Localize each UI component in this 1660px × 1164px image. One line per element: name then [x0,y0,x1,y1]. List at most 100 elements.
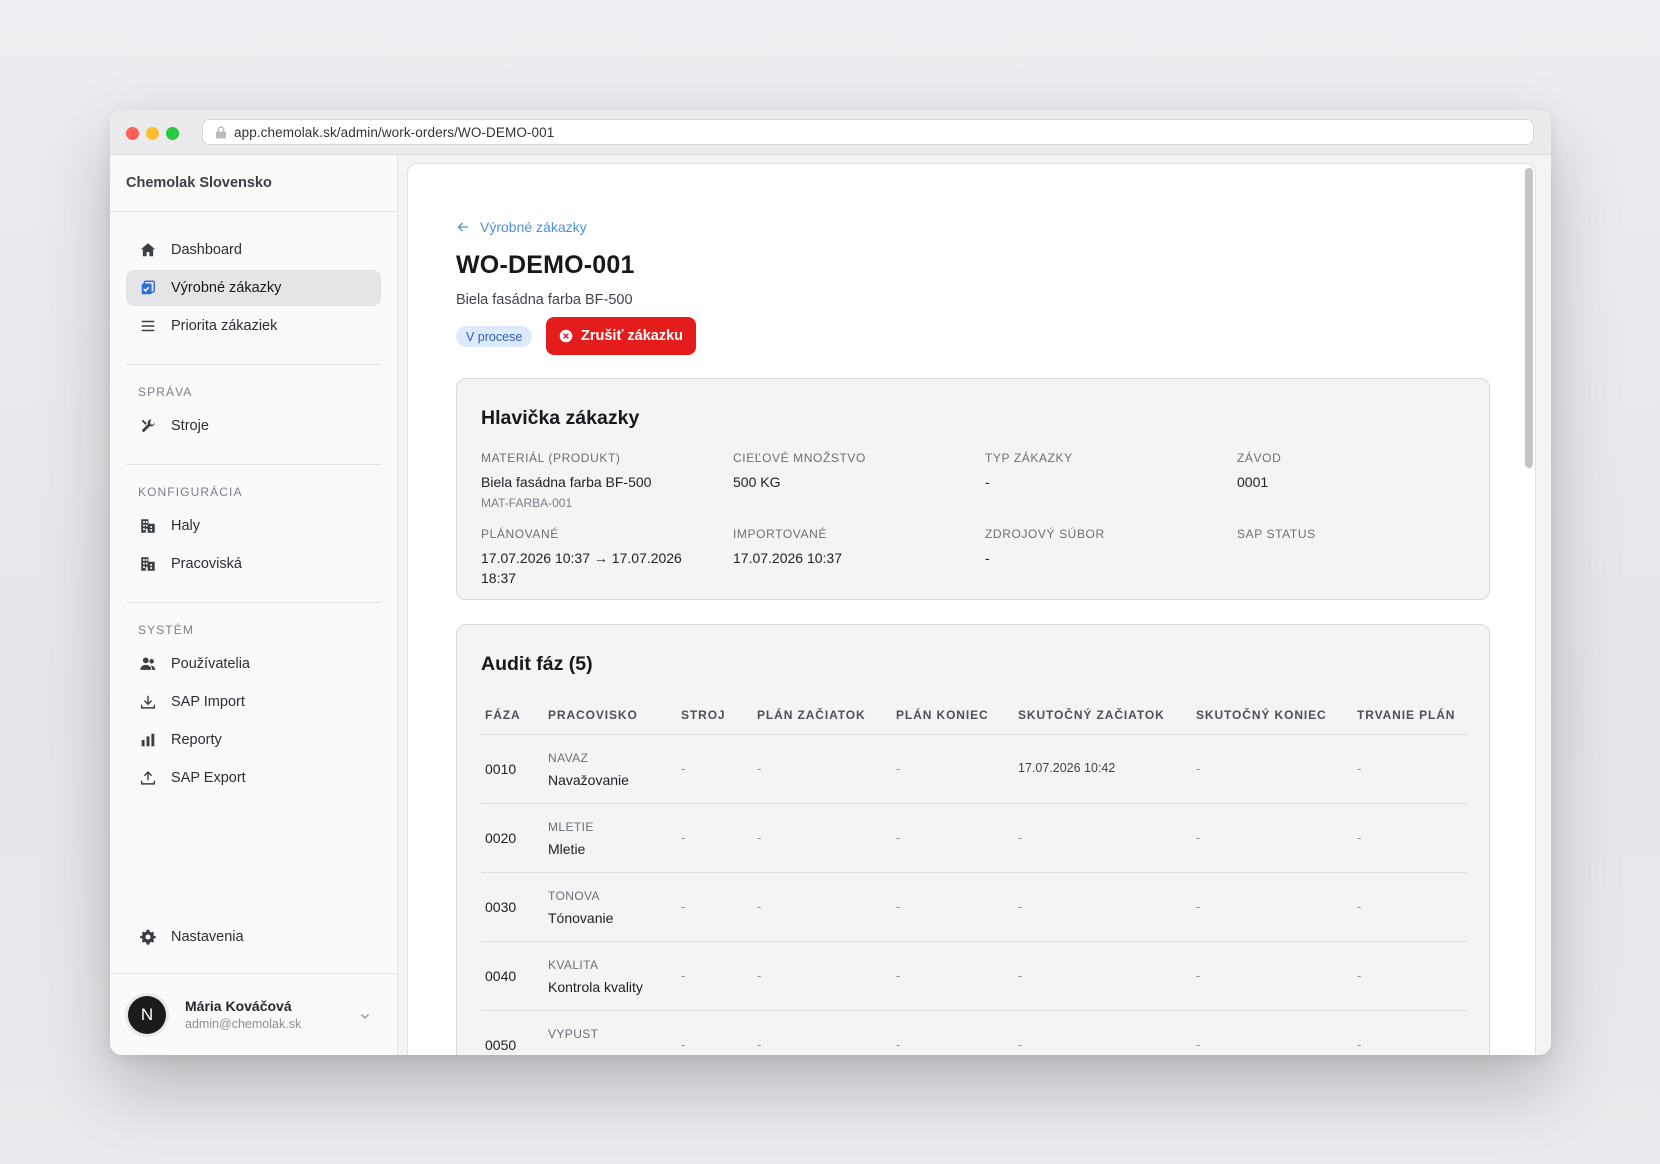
sidebar-item-work-orders[interactable]: Výrobné zákazky [126,270,381,306]
workplace-code: TONOVA [548,889,600,903]
sidebar-item-priority[interactable]: Priorita zákaziek [126,308,381,344]
table-row[interactable]: 0010 - - - 17.07.2026 10:42 - - NAVAZ Navažovani… [481,735,1467,804]
field-label: CIEĽOVÉ MNOŽSTVO [733,451,866,465]
field-label: ZDROJOVÝ SÚBOR [985,527,1105,541]
sidebar-item-sap-export[interactable]: SAP Export [126,760,381,796]
cancel-order-button[interactable]: Zrušiť zákazku [546,317,697,355]
field-planned: PLÁNOVANÉ 17.07.2026 10:37 → 17.07.2026 … [481,527,696,588]
divider [126,364,381,365]
maximize-window-button[interactable] [166,127,179,140]
column-header[interactable]: STROJ [681,708,726,722]
cell-actual-start: - [1018,899,1023,914]
field-subvalue: MAT-FARBA-001 [481,496,573,510]
field-sap-status: SAP STATUS [1237,527,1467,548]
user-info: Mária Kováčová admin@chemolak.sk [185,998,301,1031]
cell-phase: 0020 [485,830,517,846]
workplace-name: Mletie [548,841,586,857]
back-link[interactable]: Výrobné zákazky [456,219,587,235]
field-value: 500 KG [733,474,781,490]
cell-plan-start: - [757,899,762,914]
sidebar-item-label: Nastavenia [171,929,244,945]
field-source-file: ZDROJOVÝ SÚBOR - [985,527,1215,568]
section-label-sprava: SPRÁVA [138,385,193,399]
browser-titlebar: app.chemolak.sk/admin/work-orders/WO-DEM… [110,110,1551,155]
sidebar-item-label: Haly [171,518,201,534]
field-order-type: TYP ZÁKAZKY - [985,451,1215,492]
tools-icon [138,416,158,436]
sidebar-item-settings[interactable]: Nastavenia [126,919,381,955]
checklist-icon [138,278,158,298]
section-label-system: SYSTÉM [138,623,194,637]
main-area: Výrobné zákazky WO-DEMO-001 Biela fasádn… [398,155,1551,1055]
page-title: WO-DEMO-001 [456,251,635,279]
column-header[interactable]: TRVANIE PLÁN [1357,708,1455,722]
sidebar-item-workplaces[interactable]: Pracoviská [126,546,381,582]
cell-actual-start: 17.07.2026 10:42 [1018,761,1116,775]
table-row[interactable]: 0020 - - - - - - MLETIE Mletie [481,804,1467,873]
column-header[interactable]: PLÁN ZAČIATOK [757,708,866,722]
field-material: MATERIÁL (PRODUKT) Biela fasádna farba B… [481,451,711,510]
divider [126,602,381,603]
sidebar-item-users[interactable]: Používatelia [126,646,381,682]
column-header[interactable]: FÁZA [485,708,521,722]
cell-machine: - [681,761,686,776]
sidebar-nav: Dashboard Výrobné zákazky Priorita zákaz… [110,212,397,796]
cell-duration: - [1357,761,1362,776]
cell-phase: 0050 [485,1037,517,1053]
address-bar[interactable]: app.chemolak.sk/admin/work-orders/WO-DEM… [202,119,1534,145]
field-value: Biela fasádna farba BF-500 [481,474,652,490]
field-value: 17.07.2026 10:37 → 17.07.2026 18:37 [481,550,682,586]
user-email: admin@chemolak.sk [185,1017,302,1031]
sidebar-item-sap-import[interactable]: SAP Import [126,684,381,720]
cell-phase: 0030 [485,899,517,915]
sidebar-item-label: Dashboard [171,242,242,258]
table-row[interactable]: 0030 - - - - - - TONOVA Tónovanie [481,873,1467,942]
sidebar-item-halls[interactable]: Haly [126,508,381,544]
cell-actual-end: - [1196,830,1201,845]
cell-duration: - [1357,899,1362,914]
sidebar-item-reports[interactable]: Reporty [126,722,381,758]
home-icon [138,240,158,260]
column-header[interactable]: SKUTOČNÝ ZAČIATOK [1018,708,1165,722]
cell-plan-start: - [757,968,762,983]
field-imported: IMPORTOVANÉ 17.07.2026 10:37 [733,527,963,568]
back-link-label: Výrobné zákazky [480,219,587,235]
divider [126,464,381,465]
workplace-name: Navažovanie [548,772,629,788]
avatar: N [128,995,166,1034]
download-icon [138,692,158,712]
cell-plan-end: - [896,761,901,776]
sidebar-item-label: Stroje [171,418,209,434]
sidebar-item-machines[interactable]: Stroje [126,408,381,444]
table-row[interactable]: 0050 - - - - - - VYPUST [481,1011,1467,1055]
column-header[interactable]: PRACOVISKO [548,708,638,722]
column-header[interactable]: SKUTOČNÝ KONIEC [1196,708,1327,722]
sidebar-bottom: Nastavenia [126,919,381,957]
table-row[interactable]: 0040 - - - - - - KVALITA Kontrola kvality [481,942,1467,1011]
cell-duration: - [1357,1037,1362,1052]
cell-workplace: NAVAZ Navažovanie [548,751,629,788]
cell-workplace: MLETIE Mletie [548,820,594,857]
close-window-button[interactable] [126,127,139,140]
cell-plan-start: - [757,830,762,845]
cell-actual-start: - [1018,968,1023,983]
workplace-code: KVALITA [548,958,599,972]
scrollbar[interactable] [1525,168,1533,468]
lock-icon [216,125,226,138]
column-header[interactable]: PLÁN KONIEC [896,708,989,722]
users-icon [138,654,158,674]
url-text: app.chemolak.sk/admin/work-orders/WO-DEM… [234,124,555,140]
phase-audit-table: FÁZA PRACOVISKO STROJ PLÁN ZAČIATOK PLÁN… [481,695,1467,1055]
cell-workplace: VYPUST [548,1027,598,1048]
cell-actual-start: - [1018,830,1023,845]
sidebar-item-dashboard[interactable]: Dashboard [126,232,381,268]
minimize-window-button[interactable] [146,127,159,140]
cell-actual-end: - [1196,1037,1201,1052]
field-label: IMPORTOVANÉ [733,527,827,541]
order-header-panel: Hlavička zákazky MATERIÁL (PRODUKT) Biel… [456,378,1490,600]
cell-actual-start: - [1018,1037,1023,1052]
user-menu[interactable]: N Mária Kováčová admin@chemolak.sk [110,973,397,1055]
menu-icon [138,316,158,336]
building-icon [138,554,158,574]
sidebar-item-label: SAP Export [171,770,246,786]
